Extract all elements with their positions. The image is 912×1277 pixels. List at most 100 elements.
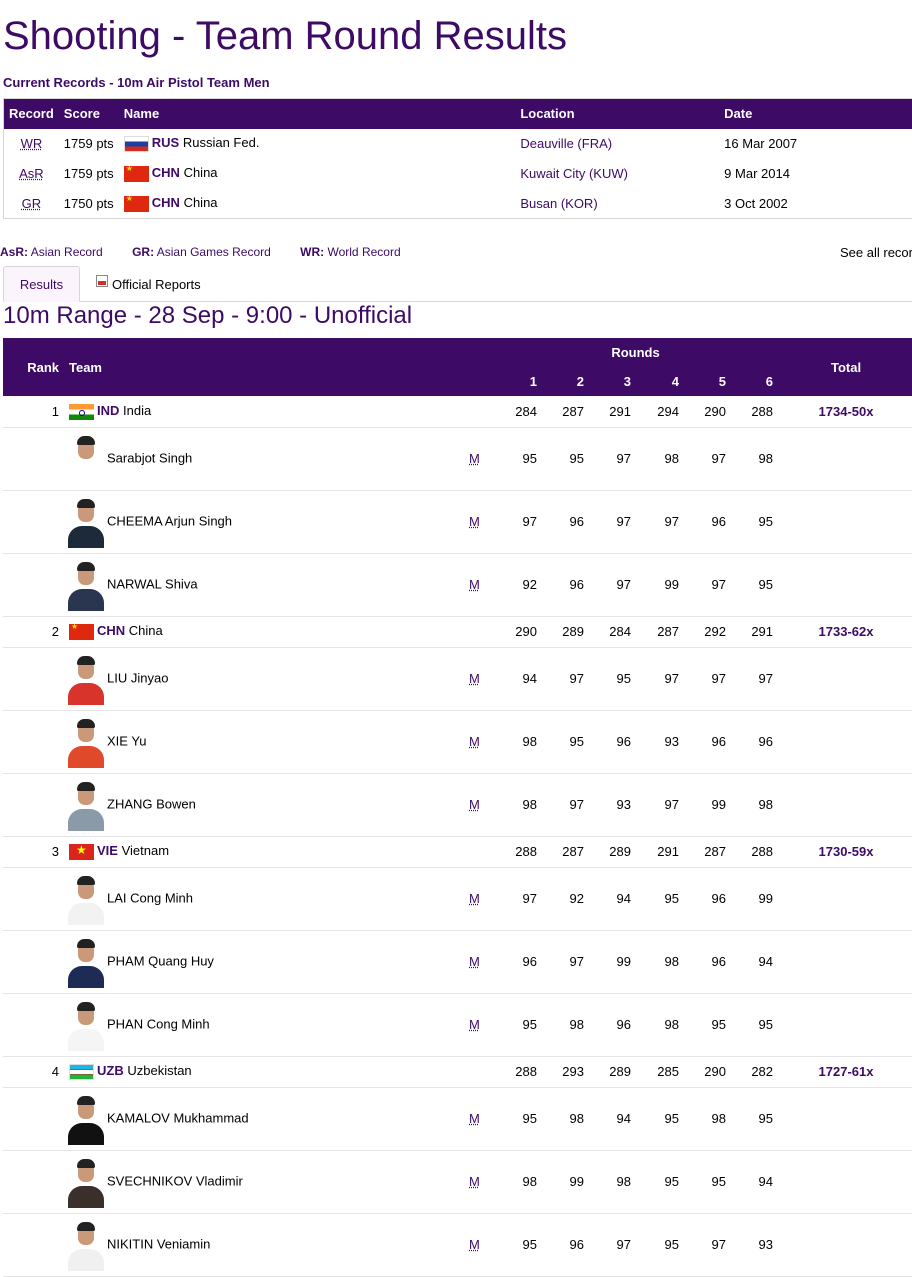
- record-location[interactable]: Deauville (FRA): [515, 129, 719, 159]
- team-round-score: 290: [494, 616, 541, 647]
- athlete-name[interactable]: KAMALOV Mukhammad: [107, 1110, 249, 1125]
- athlete-round-score: 95: [494, 1213, 541, 1276]
- athlete-photo: [68, 936, 104, 988]
- athlete-name[interactable]: NARWAL Shiva: [107, 576, 198, 591]
- record-code[interactable]: AsR: [19, 166, 44, 181]
- team-rank: 4: [3, 1056, 65, 1087]
- athlete-round-score: 94: [588, 867, 635, 930]
- team-round-score: 291: [635, 836, 683, 867]
- athlete-round-score: 95: [730, 490, 777, 553]
- team-noc[interactable]: VIE: [97, 843, 118, 858]
- athlete-row[interactable]: Sarabjot SinghM959597989798: [3, 427, 912, 490]
- record-noc: CHN: [152, 165, 180, 180]
- athlete-row[interactable]: NIKITIN VeniaminM959697959793: [3, 1213, 912, 1276]
- athlete-name[interactable]: LAI Cong Minh: [107, 890, 193, 905]
- athlete-name[interactable]: LIU Jinyao: [107, 670, 168, 685]
- athlete-round-score: 95: [635, 1150, 683, 1213]
- athlete-round-score: 98: [730, 427, 777, 490]
- team-noc[interactable]: IND: [97, 403, 119, 418]
- athlete-round-score: 98: [730, 773, 777, 836]
- athlete-round-score: 95: [635, 1213, 683, 1276]
- legend-code: WR:: [300, 245, 324, 259]
- athlete-round-score: 98: [494, 710, 541, 773]
- team-row[interactable]: 4UZB Uzbekistan2882932892852902821727-61…: [3, 1056, 912, 1087]
- athlete-row[interactable]: PHAM Quang HuyM969799989694: [3, 930, 912, 993]
- legend-code: AsR:: [0, 245, 28, 259]
- athlete-round-score: 96: [494, 930, 541, 993]
- team-round-score: 290: [683, 1056, 730, 1087]
- athlete-name[interactable]: Sarabjot Singh: [107, 450, 192, 465]
- team-round-score: 289: [588, 1056, 635, 1087]
- athlete-name[interactable]: CHEEMA Arjun Singh: [107, 513, 232, 528]
- records-table: Record Score Name Location Date WR 1759 …: [3, 98, 912, 219]
- athlete-round-score: 96: [730, 710, 777, 773]
- tab-results[interactable]: Results: [3, 266, 80, 302]
- athlete-round-score: 97: [683, 427, 730, 490]
- athlete-round-score: 95: [635, 1087, 683, 1150]
- athlete-photo: [68, 999, 104, 1051]
- record-location[interactable]: Busan (KOR): [515, 189, 719, 219]
- athlete-round-score: 95: [730, 1087, 777, 1150]
- records-legend: AsR: Asian Record GR: Asian Games Record…: [0, 245, 427, 259]
- athlete-name[interactable]: NIKITIN Veniamin: [107, 1236, 210, 1251]
- athlete-row[interactable]: ZHANG BowenM989793979998: [3, 773, 912, 836]
- record-code[interactable]: GR: [22, 196, 42, 211]
- record-row: AsR 1759 pts CHN China Kuwait City (KUW)…: [4, 159, 912, 189]
- header-total: Total: [777, 338, 912, 396]
- team-round-score: 282: [730, 1056, 777, 1087]
- team-round-score: 291: [730, 616, 777, 647]
- athlete-round-score: 95: [730, 553, 777, 616]
- record-noc: CHN: [152, 195, 180, 210]
- athlete-round-score: 97: [683, 647, 730, 710]
- team-round-score: 290: [683, 396, 730, 427]
- athlete-row[interactable]: CHEEMA Arjun SinghM979697979695: [3, 490, 912, 553]
- range-title: 10m Range - 28 Sep - 9:00 - Unofficial: [3, 302, 412, 330]
- athlete-row[interactable]: PHAN Cong MinhM959896989595: [3, 993, 912, 1056]
- athlete-round-score: 97: [683, 1213, 730, 1276]
- athlete-round-score: 94: [730, 1150, 777, 1213]
- athlete-round-score: 93: [635, 710, 683, 773]
- record-location[interactable]: Kuwait City (KUW): [515, 159, 719, 189]
- athlete-round-score: 95: [541, 427, 588, 490]
- athlete-name[interactable]: ZHANG Bowen: [107, 796, 196, 811]
- team-row[interactable]: 1IND India2842872912942902881734-50x: [3, 396, 912, 427]
- athlete-gender: M: [469, 514, 480, 529]
- athlete-photo: [68, 1093, 104, 1145]
- flag-chn-icon: [69, 624, 94, 640]
- athlete-name[interactable]: SVECHNIKOV Vladimir: [107, 1173, 243, 1188]
- team-round-score: 285: [635, 1056, 683, 1087]
- athlete-round-score: 97: [541, 773, 588, 836]
- athlete-name[interactable]: XIE Yu: [107, 733, 147, 748]
- athlete-round-score: 99: [588, 930, 635, 993]
- athlete-round-score: 96: [541, 553, 588, 616]
- athlete-round-score: 97: [730, 647, 777, 710]
- athlete-gender: M: [469, 797, 480, 812]
- athlete-row[interactable]: SVECHNIKOV VladimirM989998959594: [3, 1150, 912, 1213]
- team-noc[interactable]: UZB: [97, 1063, 124, 1078]
- team-noc[interactable]: CHN: [97, 623, 125, 638]
- athlete-round-score: 98: [635, 930, 683, 993]
- athlete-name[interactable]: PHAN Cong Minh: [107, 1016, 210, 1031]
- athlete-photo: [68, 873, 104, 925]
- athlete-gender: M: [469, 891, 480, 906]
- athlete-round-score: 97: [588, 553, 635, 616]
- record-code[interactable]: WR: [21, 136, 43, 151]
- records-header-location: Location: [515, 99, 719, 129]
- athlete-name[interactable]: PHAM Quang Huy: [107, 953, 214, 968]
- tab-official-reports[interactable]: Official Reports: [96, 266, 201, 302]
- see-all-records-link[interactable]: See all records: [840, 245, 912, 260]
- athlete-gender: M: [469, 451, 480, 466]
- athlete-row[interactable]: LIU JinyaoM949795979797: [3, 647, 912, 710]
- athlete-round-score: 94: [730, 930, 777, 993]
- athlete-photo: [68, 1156, 104, 1208]
- athlete-row[interactable]: LAI Cong MinhM979294959699: [3, 867, 912, 930]
- athlete-row[interactable]: KAMALOV MukhammadM959894959895: [3, 1087, 912, 1150]
- team-row[interactable]: 3VIE Vietnam2882872892912872881730-59x: [3, 836, 912, 867]
- athlete-row[interactable]: NARWAL ShivaM929697999795: [3, 553, 912, 616]
- athlete-round-score: 96: [588, 993, 635, 1056]
- athlete-row[interactable]: XIE YuM989596939696: [3, 710, 912, 773]
- team-row[interactable]: 2CHN China2902892842872922911733-62x: [3, 616, 912, 647]
- pdf-document-icon: [96, 275, 108, 287]
- header-rank: Rank: [3, 338, 65, 396]
- athlete-round-score: 96: [541, 1213, 588, 1276]
